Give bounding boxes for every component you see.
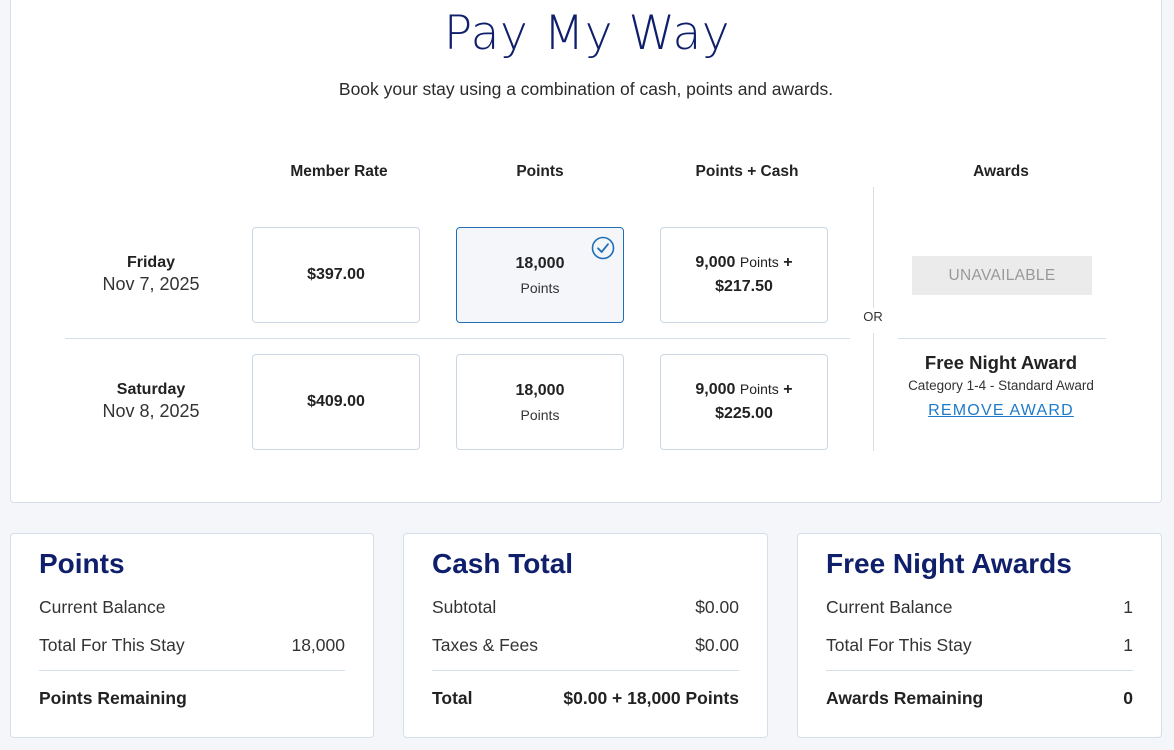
points-cash-points-line: 9,000 Points + xyxy=(695,254,792,272)
summary-row-value: $0.00 xyxy=(695,596,739,617)
date-text: Nov 7, 2025 xyxy=(102,274,200,294)
points-cash-option[interactable]: 9,000 Points + $225.00 xyxy=(660,354,828,450)
row-divider-left xyxy=(65,338,850,339)
awards-summary-card: Free Night Awards Current Balance 1 Tota… xyxy=(797,533,1162,738)
points-value: 18,000 xyxy=(515,254,565,272)
summary-row-value: 1 xyxy=(1123,596,1133,617)
or-divider-bottom xyxy=(873,333,874,451)
points-summary-card: Points Current Balance Total For This St… xyxy=(10,533,374,738)
column-header-points-cash: Points + Cash xyxy=(695,163,799,180)
awards-summary-title: Free Night Awards xyxy=(826,548,1072,579)
points-unit: Points xyxy=(520,279,560,296)
summary-row-label: Current Balance xyxy=(826,596,953,617)
summary-total-value: $0.00 + 18,000 Points xyxy=(563,688,739,708)
row-divider-right xyxy=(898,338,1106,339)
cash-summary-card: Cash Total Subtotal $0.00 Taxes & Fees $… xyxy=(403,533,768,738)
free-night-award-applied: Free Night Award Category 1-4 - Standard… xyxy=(898,352,1104,420)
summary-total-row: Awards Remaining 0 xyxy=(826,670,1133,716)
points-cash-unit: Points xyxy=(739,381,779,397)
summary-total-value: 0 xyxy=(1123,688,1133,708)
night-date-friday: Friday Nov 7, 2025 xyxy=(70,254,232,295)
points-unit: Points xyxy=(520,406,560,423)
points-cash-points-line: 9,000 Points + xyxy=(695,381,792,399)
summary-row-label: Taxes & Fees xyxy=(432,634,539,655)
points-cash-option[interactable]: 9,000 Points + $217.50 xyxy=(660,227,828,323)
summary-row-value: 18,000 xyxy=(291,634,345,655)
remove-award-link[interactable]: REMOVE AWARD xyxy=(928,402,1074,420)
summary-row-label: Current Balance xyxy=(39,596,166,617)
column-header-member-rate: Member Rate xyxy=(290,163,388,180)
or-divider-top xyxy=(873,187,874,308)
summary-row: Current Balance xyxy=(39,588,345,626)
day-name: Friday xyxy=(126,254,175,271)
summary-row-label: Subtotal xyxy=(432,596,497,617)
column-header-awards: Awards xyxy=(973,163,1029,180)
summary-total-label: Awards Remaining xyxy=(826,688,984,708)
award-unavailable-badge: UNAVAILABLE xyxy=(912,256,1092,295)
member-rate-option[interactable]: $409.00 xyxy=(252,354,420,450)
points-cash-unit: Points xyxy=(739,254,779,270)
summary-total-row: Total $0.00 + 18,000 Points xyxy=(432,670,739,716)
or-label: OR xyxy=(858,309,888,324)
points-option[interactable]: 18,000 Points xyxy=(456,227,624,323)
summary-total-label: Total xyxy=(432,688,473,708)
points-cash-points: 9,000 xyxy=(695,254,736,271)
column-header-points: Points xyxy=(516,163,564,180)
points-option[interactable]: 18,000 Points xyxy=(456,354,624,450)
member-rate-price: $409.00 xyxy=(307,393,365,410)
summary-row-value: $0.00 xyxy=(695,634,739,655)
plus-sign: + xyxy=(783,381,793,398)
summary-row: Total For This Stay 18,000 xyxy=(39,626,345,664)
member-rate-price: $397.00 xyxy=(307,266,365,283)
night-date-saturday: Saturday Nov 8, 2025 xyxy=(70,381,232,422)
summary-row: Taxes & Fees $0.00 xyxy=(432,626,739,664)
points-cash-cash: $217.50 xyxy=(715,278,773,295)
points-summary-title: Points xyxy=(39,548,125,579)
day-name: Saturday xyxy=(116,381,186,398)
summary-row-value: 1 xyxy=(1123,634,1133,655)
summary-row: Current Balance 1 xyxy=(826,588,1133,626)
summary-row: Subtotal $0.00 xyxy=(432,588,739,626)
summary-row-label: Total For This Stay xyxy=(826,634,972,655)
points-value: 18,000 xyxy=(515,381,565,399)
cash-summary-title: Cash Total xyxy=(432,548,574,579)
award-category: Category 1-4 - Standard Award xyxy=(908,378,1094,393)
check-circle-icon xyxy=(591,236,615,260)
page-subtitle: Book your stay using a combination of ca… xyxy=(338,79,834,99)
plus-sign: + xyxy=(783,254,793,271)
summary-row: Total For This Stay 1 xyxy=(826,626,1133,664)
award-name: Free Night Award xyxy=(924,352,1078,373)
member-rate-option[interactable]: $397.00 xyxy=(252,227,420,323)
summary-total-row: Points Remaining xyxy=(39,670,345,716)
points-cash-points: 9,000 xyxy=(695,381,736,398)
points-cash-cash: $225.00 xyxy=(715,405,773,422)
summary-row-label: Total For This Stay xyxy=(39,634,185,655)
summary-total-label: Points Remaining xyxy=(39,688,187,708)
page-title: Pay My Way xyxy=(443,6,731,61)
date-text: Nov 8, 2025 xyxy=(102,401,200,421)
